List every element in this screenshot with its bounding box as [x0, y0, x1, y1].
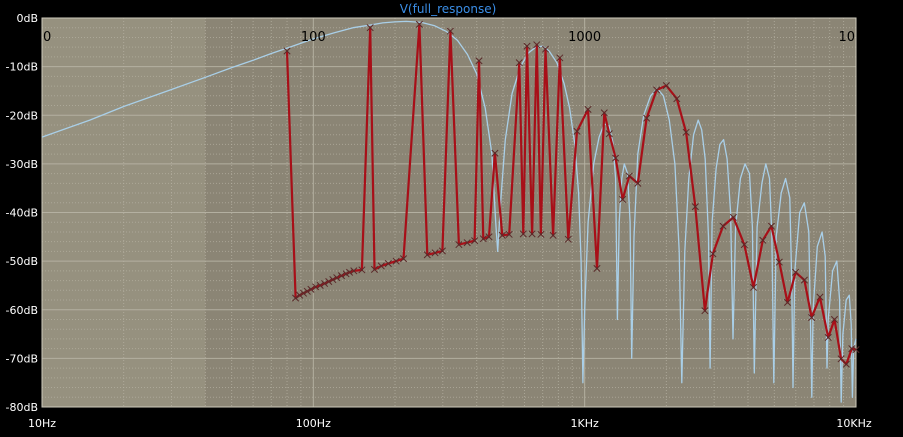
trace-title[interactable]: V(full_response): [400, 2, 497, 16]
x-tick-label: 100Hz: [296, 417, 331, 430]
top-axis-label: 1000: [568, 30, 601, 45]
response-chart[interactable]: 0dB -10dB -20dB -30dB -40dB -50dB -60dB -70dB -8…: [0, 0, 903, 433]
top-axis-label: 10: [838, 30, 855, 45]
y-tick-label: 0dB: [16, 12, 38, 25]
y-tick-label: -30dB: [6, 158, 39, 171]
x-tick-label: 10KHz: [836, 417, 871, 430]
y-tick-label: -60dB: [6, 304, 39, 317]
y-tick-label: -80dB: [6, 401, 39, 414]
top-axis-label: 100: [301, 30, 326, 45]
top-axis-label: 0: [43, 30, 51, 45]
plot-window: 0dB -10dB -20dB -30dB -40dB -50dB -60dB -70dB -8…: [0, 0, 903, 433]
x-tick-label: 1KHz: [571, 417, 599, 430]
y-tick-label: -20dB: [6, 109, 39, 122]
y-tick-label: -10dB: [6, 61, 39, 74]
y-tick-label: -40dB: [6, 207, 39, 220]
y-tick-label: -70dB: [6, 352, 39, 365]
y-tick-label: -50dB: [6, 255, 39, 268]
x-tick-label: 10Hz: [28, 417, 56, 430]
